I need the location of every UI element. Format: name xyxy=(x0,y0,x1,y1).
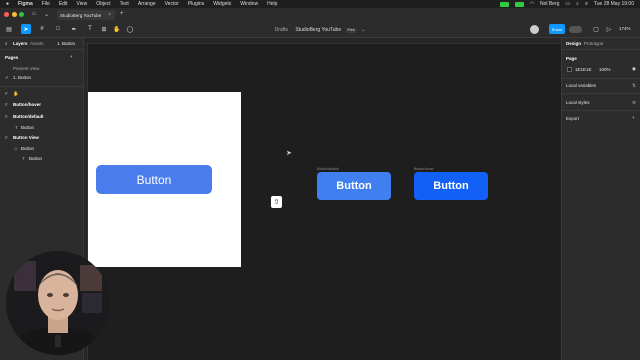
layer-button-default[interactable]: Button/default xyxy=(13,114,44,119)
apple-icon[interactable]: ● xyxy=(6,1,9,7)
upload-icon[interactable]: ⇧ xyxy=(271,196,282,208)
text-layer-icon: T xyxy=(22,156,25,161)
control-center-icon[interactable]: ≡ xyxy=(585,1,588,7)
menu-vector[interactable]: Vector xyxy=(165,1,179,7)
layer-button-view[interactable]: Button View xyxy=(13,135,39,140)
file-title[interactable]: Drafts StudioBerg YouTube Free ⌄ xyxy=(0,27,640,33)
local-variables-section[interactable]: Local variables xyxy=(566,83,596,88)
styles-icon[interactable]: ⚙ xyxy=(632,100,636,106)
library-icon[interactable]: ▢ xyxy=(591,24,601,34)
button-default-frame-label[interactable]: Button/default xyxy=(317,167,339,171)
menu-object[interactable]: Object xyxy=(96,1,110,7)
user-name[interactable]: Nol Berg xyxy=(540,1,559,7)
minimize-window-button[interactable] xyxy=(11,12,17,17)
export-section[interactable]: Export xyxy=(566,116,579,121)
tab-design[interactable]: Design xyxy=(566,41,581,46)
plan-badge: Free xyxy=(345,27,357,33)
page-item-button[interactable]: 1. Button xyxy=(13,75,31,80)
frame-icon: # xyxy=(5,102,8,107)
cursor-icon: ➤ xyxy=(286,150,292,157)
bg-opacity[interactable]: 100% xyxy=(599,67,611,72)
presenter-image xyxy=(6,251,110,355)
frame-button[interactable]: Button xyxy=(96,165,212,194)
close-tab-icon[interactable]: × xyxy=(108,12,111,18)
dev-mode-toggle[interactable] xyxy=(569,26,582,33)
layer-button-hover[interactable]: Button/hover xyxy=(13,102,41,107)
menu-text[interactable]: Text xyxy=(120,1,129,7)
avatar[interactable] xyxy=(530,25,539,34)
instance-icon: ◇ xyxy=(14,146,18,151)
pages-title: Pages xyxy=(5,55,19,60)
menu-arrange[interactable]: Arrange xyxy=(138,1,156,7)
clock[interactable]: Tue 28 May 19:00 xyxy=(594,1,634,7)
file-tab[interactable]: StudioBerg YouTube × xyxy=(57,10,115,20)
figma-toolbar: ▤ ➤ # □ ✒ T ⊞ ✋ ◯ Drafts StudioBerg YouT… xyxy=(0,21,640,38)
button-view-frame[interactable]: Button xyxy=(88,92,241,267)
eye-icon[interactable]: ◉ xyxy=(632,66,636,72)
local-styles-section[interactable]: Local styles xyxy=(566,100,590,105)
bg-color-hex[interactable]: 1E1E1E xyxy=(575,67,592,72)
layer-button-label[interactable]: Button xyxy=(29,156,42,161)
menu-window[interactable]: Window xyxy=(240,1,258,7)
chevron-down-icon[interactable]: ⌄ xyxy=(44,11,49,18)
layer-icon: # xyxy=(5,91,8,96)
variables-icon[interactable]: ⇅ xyxy=(632,83,636,89)
page-section-title: Page xyxy=(566,56,577,61)
checkmark-icon: ✓ xyxy=(5,75,9,80)
menu-figma[interactable]: Figma xyxy=(18,1,33,7)
menu-widgets[interactable]: Widgets xyxy=(213,1,231,7)
tab-layers[interactable]: Layers xyxy=(13,41,28,46)
sidebar-toggle-icon[interactable]: ⌕ xyxy=(5,41,8,46)
text-layer-icon: T xyxy=(15,125,18,130)
search-icon[interactable]: ⌕ xyxy=(576,1,579,7)
zoom-window-button[interactable] xyxy=(19,12,24,17)
close-window-button[interactable] xyxy=(4,12,9,17)
tab-assets[interactable]: Assets xyxy=(30,41,44,46)
present-icon[interactable]: ▷ xyxy=(604,24,614,34)
menu-plugins[interactable]: Plugins xyxy=(188,1,204,7)
home-icon[interactable]: ⌂ xyxy=(32,11,36,17)
menu-help[interactable]: Help xyxy=(267,1,277,7)
add-page-icon[interactable]: + xyxy=(70,54,73,59)
file-menu-chevron-icon[interactable]: ⌄ xyxy=(361,27,365,33)
zoom-level[interactable]: 174% xyxy=(619,26,631,31)
webcam-overlay xyxy=(6,251,110,355)
layer-button-instance[interactable]: Button xyxy=(21,146,34,151)
file-name[interactable]: StudioBerg YouTube xyxy=(295,27,341,33)
button-hover[interactable]: Button xyxy=(414,172,488,200)
tab-title: StudioBerg YouTube xyxy=(60,12,102,18)
add-export-icon[interactable]: + xyxy=(632,115,635,120)
design-panel: Design Prototype Page 1E1E1E 100% ◉ Loca… xyxy=(561,38,640,360)
button-hover-frame-label[interactable]: Button/hover xyxy=(414,167,434,171)
wifi-icon[interactable]: ◠ xyxy=(530,1,534,7)
add-tab-icon[interactable]: + xyxy=(120,11,124,17)
bg-color-swatch[interactable] xyxy=(567,67,572,72)
button-default[interactable]: Button xyxy=(317,172,391,200)
macos-menubar: ● Figma File Edit View Object Text Arran… xyxy=(0,0,640,8)
tab-prototype[interactable]: Prototype xyxy=(584,41,603,46)
drafts-link[interactable]: Drafts xyxy=(275,27,288,33)
page-item-present-view[interactable]: Present View xyxy=(13,66,39,71)
facetime-status-icon[interactable] xyxy=(499,1,509,7)
battery-icon[interactable]: ▭ xyxy=(565,1,570,7)
menu-file[interactable]: File xyxy=(42,1,50,7)
frame-icon: # xyxy=(5,114,8,119)
page-selector[interactable]: 1. Button xyxy=(57,41,75,46)
hand-cursor-icon: ✋ xyxy=(13,91,19,96)
layer-button-text[interactable]: Button xyxy=(21,125,34,130)
window-tabbar: ⌂ ⌄ StudioBerg YouTube × + xyxy=(0,8,640,21)
share-button[interactable]: Share xyxy=(549,24,565,34)
frame-icon: # xyxy=(5,135,8,140)
camera-status-icon[interactable] xyxy=(514,1,524,7)
menu-view[interactable]: View xyxy=(76,1,87,7)
menu-edit[interactable]: Edit xyxy=(59,1,68,7)
